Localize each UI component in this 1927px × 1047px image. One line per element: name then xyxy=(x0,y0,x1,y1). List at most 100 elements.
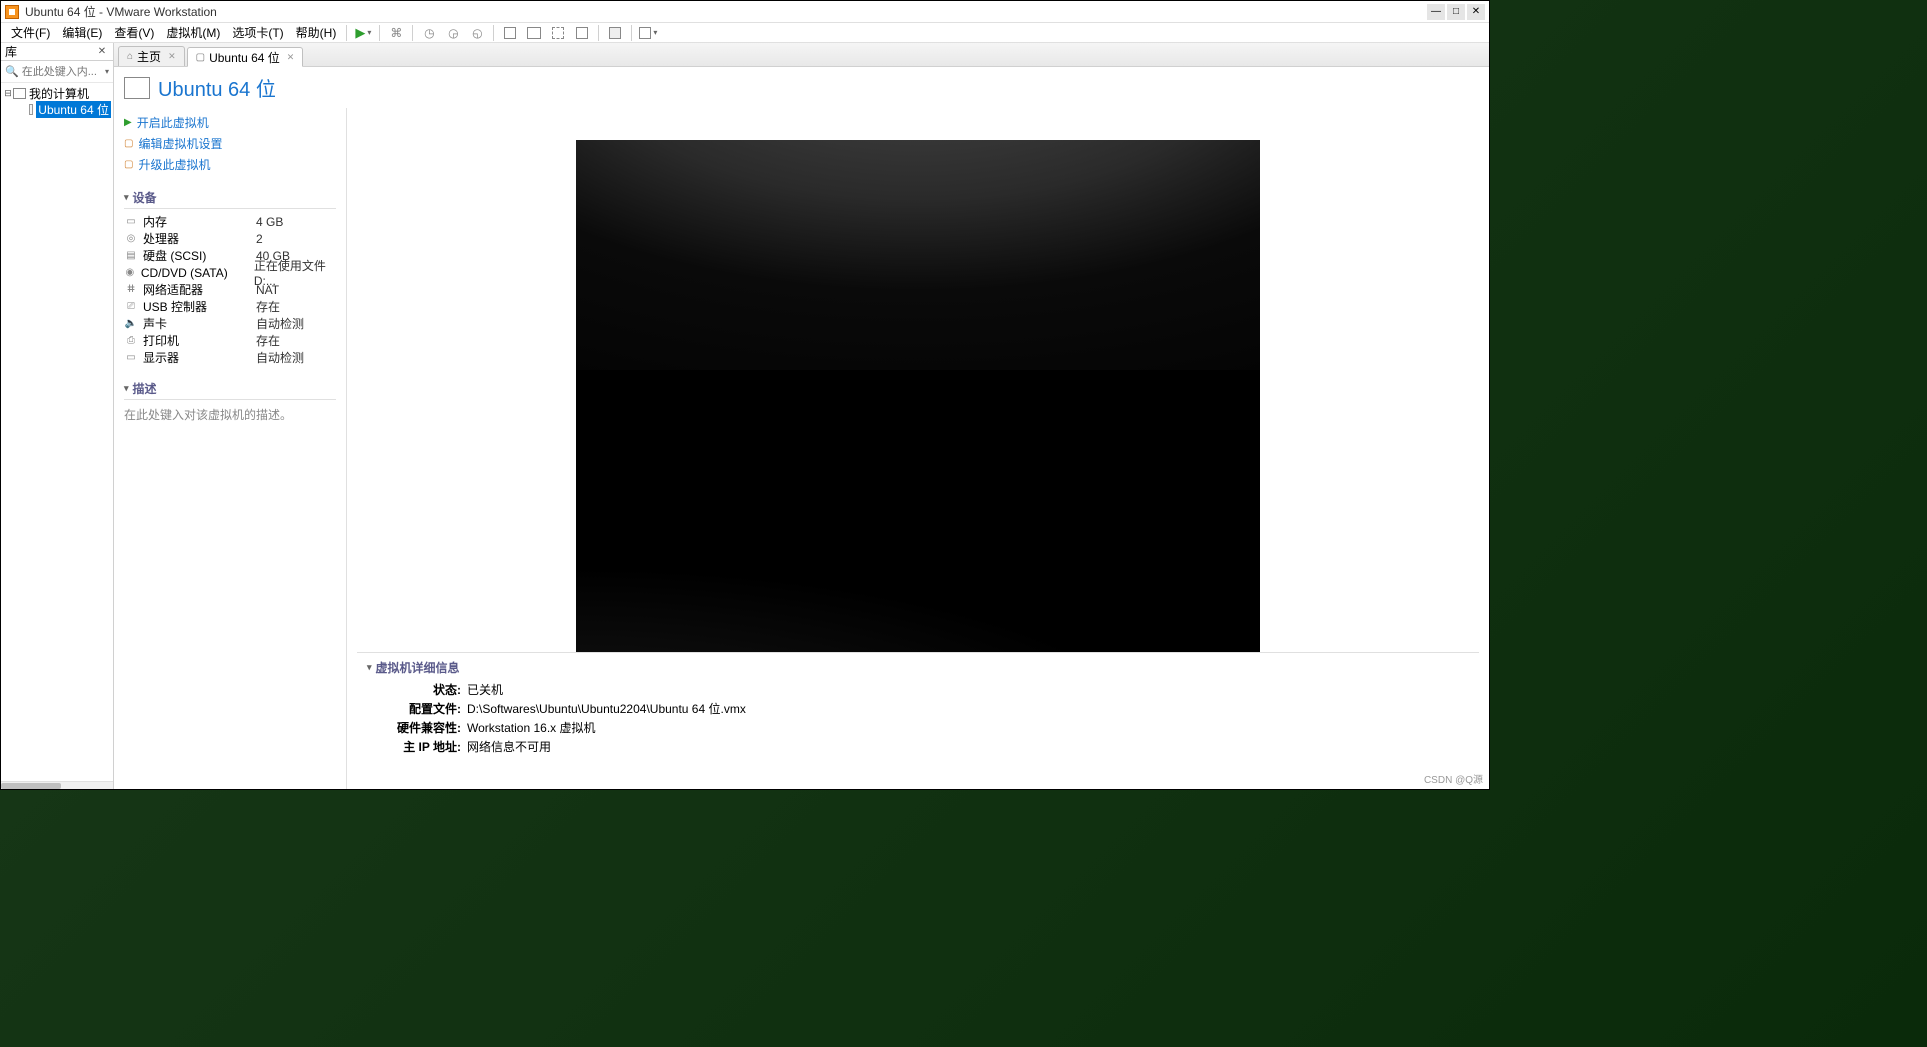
description-placeholder[interactable]: 在此处键入对该虚拟机的描述。 xyxy=(124,404,336,425)
menu-file[interactable]: 文件(F) xyxy=(5,22,56,43)
device-label: 网络适配器 xyxy=(143,281,256,298)
menu-view[interactable]: 查看(V) xyxy=(108,22,160,43)
device-label: 显示器 xyxy=(143,349,256,366)
memory-icon: ▭ xyxy=(124,216,138,228)
device-value: 自动检测 xyxy=(256,349,304,366)
device-label: 打印机 xyxy=(143,332,256,349)
search-icon: 🔍 xyxy=(5,65,19,78)
titlebar: Ubuntu 64 位 - VMware Workstation — □ ✕ xyxy=(1,1,1489,23)
device-cd[interactable]: ◉CD/DVD (SATA)正在使用文件 D:... xyxy=(124,264,336,281)
view-thumbnail-button[interactable] xyxy=(523,24,545,42)
net-icon: ⵌ xyxy=(124,284,138,296)
printer-icon: ⎙ xyxy=(124,335,138,347)
description-header[interactable]: ▾ 描述 xyxy=(124,380,336,400)
send-ctrl-alt-del-button[interactable]: ⌘ xyxy=(385,24,407,42)
library-header: 库 ✕ xyxy=(1,43,113,61)
devices-list: ▭内存4 GB◎处理器2▤硬盘 (SCSI)40 GB◉CD/DVD (SATA… xyxy=(124,213,336,366)
device-cpu[interactable]: ◎处理器2 xyxy=(124,230,336,247)
separator xyxy=(412,25,413,41)
separator xyxy=(379,25,380,41)
detail-ip: 主 IP 地址: 网络信息不可用 xyxy=(367,737,1469,756)
action-edit-settings[interactable]: ▢ 编辑虚拟机设置 xyxy=(124,133,336,154)
menu-edit[interactable]: 编辑(E) xyxy=(56,22,108,43)
tab-home[interactable]: ⌂ 主页 ✕ xyxy=(118,46,185,66)
devices-header[interactable]: ▾ 设备 xyxy=(124,189,336,209)
view-console-button[interactable] xyxy=(499,24,521,42)
vm-header: Ubuntu 64 位 xyxy=(114,67,1489,108)
separator xyxy=(598,25,599,41)
revert-snapshot-button[interactable]: ◶ xyxy=(442,24,464,42)
device-value: 自动检测 xyxy=(256,315,304,332)
menu-vm[interactable]: 虚拟机(M) xyxy=(160,22,226,43)
minimize-button[interactable]: — xyxy=(1427,4,1445,20)
quick-switch-button[interactable] xyxy=(604,24,626,42)
usb-icon: ⎚ xyxy=(124,301,138,313)
tab-close-button[interactable]: ✕ xyxy=(168,51,176,62)
vm-title: Ubuntu 64 位 xyxy=(158,73,276,102)
play-icon: ▶ xyxy=(124,117,132,128)
device-label: USB 控制器 xyxy=(143,298,256,315)
device-sound[interactable]: 🔈 声卡自动检测 xyxy=(124,315,336,332)
maximize-button[interactable]: □ xyxy=(1447,4,1465,20)
power-on-button[interactable]: ▶▾ xyxy=(352,24,374,42)
tree-root-my-computer[interactable]: ⊟ 我的计算机 xyxy=(1,85,113,101)
vmware-app-icon xyxy=(5,5,19,19)
detail-config-file: 配置文件: D:\Softwares\Ubuntu\Ubuntu2204\Ubu… xyxy=(367,699,1469,718)
snapshot-button[interactable]: ◷ xyxy=(418,24,440,42)
edit-icon: ▢ xyxy=(124,138,133,149)
cpu-icon: ◎ xyxy=(124,233,138,245)
menu-tabs[interactable]: 选项卡(T) xyxy=(226,22,289,43)
collapse-icon[interactable]: ⊟ xyxy=(3,88,13,99)
tabbar: ⌂ 主页 ✕ ▢ Ubuntu 64 位 ✕ xyxy=(114,43,1489,67)
disk-icon: ▤ xyxy=(124,250,138,262)
tab-ubuntu[interactable]: ▢ Ubuntu 64 位 ✕ xyxy=(187,47,304,67)
device-value: 存在 xyxy=(256,332,280,349)
view-fullscreen-button[interactable] xyxy=(571,24,593,42)
upgrade-icon: ▢ xyxy=(124,159,133,170)
manage-snapshot-button[interactable]: ◵ xyxy=(466,24,488,42)
device-printer[interactable]: ⎙ 打印机存在 xyxy=(124,332,336,349)
device-label: CD/DVD (SATA) xyxy=(141,266,254,280)
tree-vm-ubuntu[interactable]: Ubuntu 64 位 xyxy=(1,101,113,117)
stretch-guest-button[interactable]: ▾ xyxy=(637,24,659,42)
library-search: 🔍 ▾ xyxy=(1,61,113,83)
action-upgrade[interactable]: ▢ 升级此虚拟机 xyxy=(124,154,336,175)
library-panel: 库 ✕ 🔍 ▾ ⊟ 我的计算机 Ubuntu 64 位 xyxy=(1,43,114,789)
library-title: 库 xyxy=(5,43,95,60)
view-unity-button[interactable] xyxy=(547,24,569,42)
app-window: Ubuntu 64 位 - VMware Workstation — □ ✕ 文… xyxy=(0,0,1490,790)
device-label: 声卡 xyxy=(143,315,256,332)
menu-help[interactable]: 帮助(H) xyxy=(290,22,343,43)
description-section: ▾ 描述 在此处键入对该虚拟机的描述。 xyxy=(124,380,336,425)
library-close-button[interactable]: ✕ xyxy=(95,45,109,59)
device-usb[interactable]: ⎚ USB 控制器存在 xyxy=(124,298,336,315)
action-power-on[interactable]: ▶ 开启此虚拟机 xyxy=(124,112,336,133)
display-icon: ▭ xyxy=(124,352,138,364)
search-dropdown-button[interactable]: ▾ xyxy=(105,67,109,76)
device-value: NAT xyxy=(256,283,279,297)
device-value: 存在 xyxy=(256,298,280,315)
collapse-arrow-icon: ▾ xyxy=(124,192,129,203)
device-label: 处理器 xyxy=(143,230,256,247)
device-display[interactable]: ▭ 显示器自动检测 xyxy=(124,349,336,366)
detail-state: 状态: 已关机 xyxy=(367,680,1469,699)
vm-summary: Ubuntu 64 位 ▶ 开启此虚拟机 ▢ 编辑虚拟机设置 xyxy=(114,67,1489,789)
sound-icon: 🔈 xyxy=(124,318,138,330)
library-search-input[interactable] xyxy=(22,66,102,78)
device-memory[interactable]: ▭内存4 GB xyxy=(124,213,336,230)
vm-icon xyxy=(29,104,33,115)
device-value: 4 GB xyxy=(256,215,283,229)
close-button[interactable]: ✕ xyxy=(1467,4,1485,20)
separator xyxy=(493,25,494,41)
window-title: Ubuntu 64 位 - VMware Workstation xyxy=(25,3,1427,20)
details-header[interactable]: ▾ 虚拟机详细信息 xyxy=(367,659,1469,678)
device-label: 硬盘 (SCSI) xyxy=(143,247,256,264)
scrollbar-thumb[interactable] xyxy=(1,783,61,789)
library-tree: ⊟ 我的计算机 Ubuntu 64 位 xyxy=(1,83,113,781)
detail-hw-compat: 硬件兼容性: Workstation 16.x 虚拟机 xyxy=(367,718,1469,737)
vm-left-panel: ▶ 开启此虚拟机 ▢ 编辑虚拟机设置 ▢ 升级此虚拟机 xyxy=(114,108,347,789)
tab-close-button[interactable]: ✕ xyxy=(287,52,295,63)
vm-screen-thumbnail[interactable] xyxy=(576,140,1260,652)
menubar: 文件(F) 编辑(E) 查看(V) 虚拟机(M) 选项卡(T) 帮助(H) ▶▾… xyxy=(1,23,1489,43)
library-scrollbar[interactable] xyxy=(1,781,113,789)
